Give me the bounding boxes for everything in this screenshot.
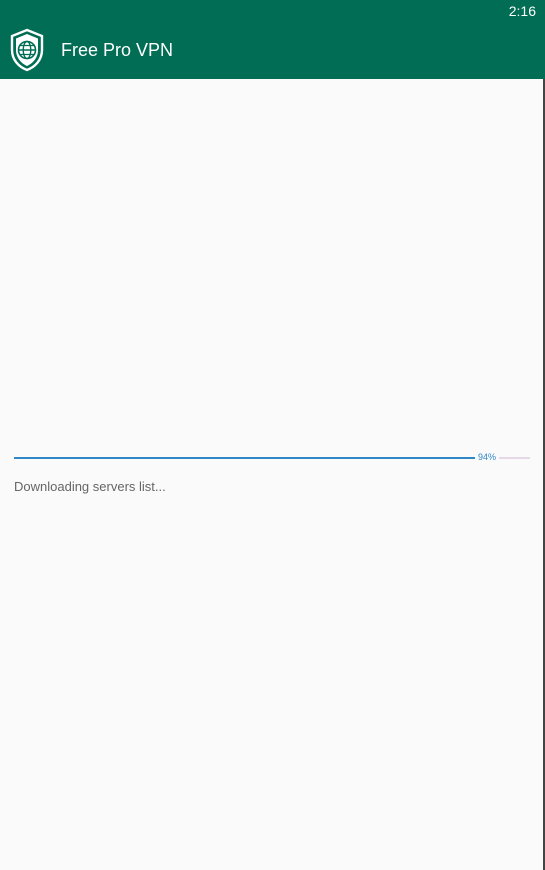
app-title: Free Pro VPN: [61, 40, 174, 60]
main-content: [0, 79, 545, 870]
status-time: 2:16: [508, 3, 536, 19]
download-status-text: Downloading servers list...: [14, 479, 166, 494]
progress-fill: [14, 457, 475, 459]
download-progress-bar: 94%: [14, 451, 530, 465]
shield-globe-icon: [10, 28, 44, 72]
progress-percent-label: 94%: [475, 452, 500, 462]
app-bar: Free Pro VPN: [0, 24, 545, 79]
status-bar: 2:16: [0, 0, 545, 24]
